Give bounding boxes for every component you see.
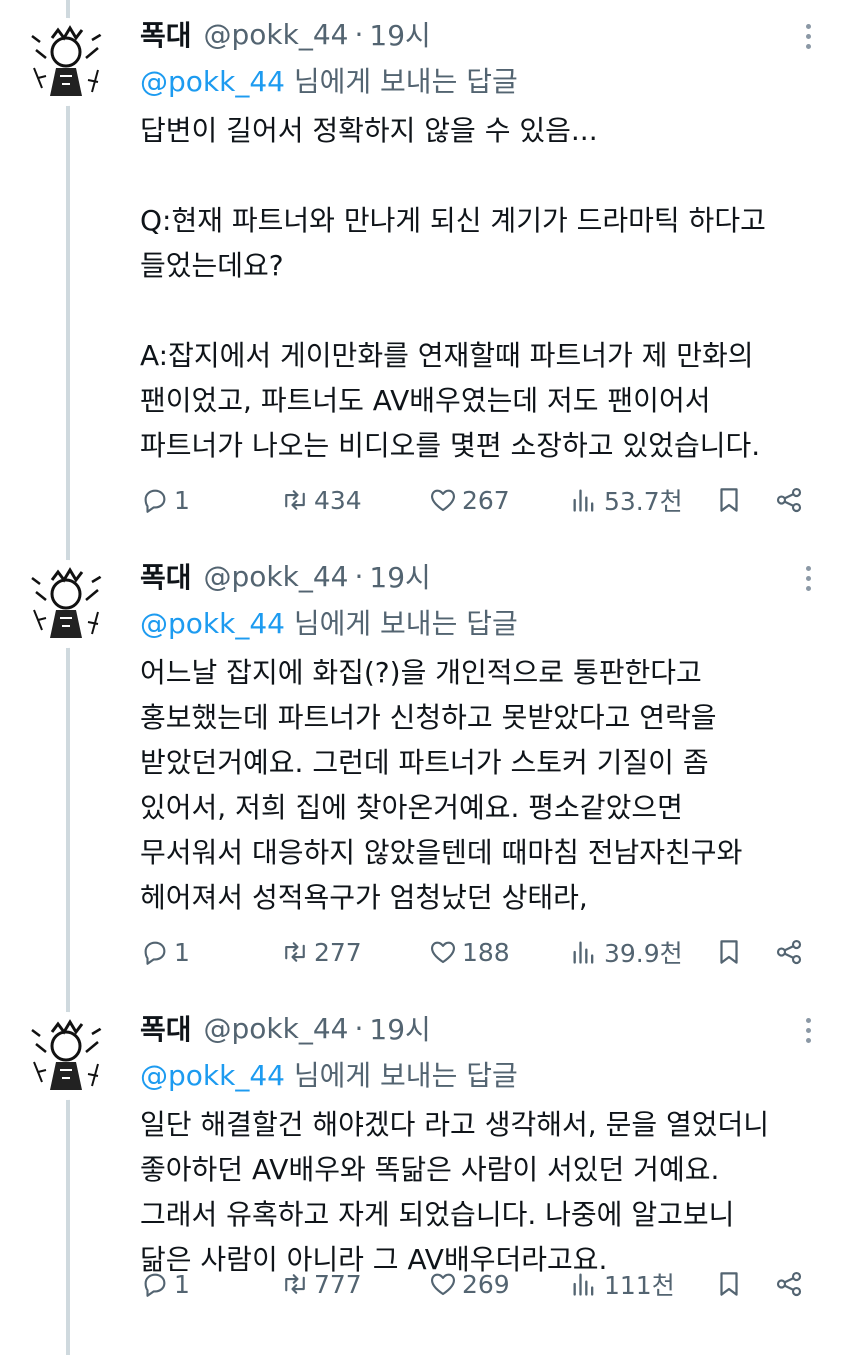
- share-icon: [776, 939, 802, 965]
- reply-mention-link[interactable]: @pokk_44: [140, 65, 285, 98]
- views-button[interactable]: 111천: [570, 1264, 675, 1304]
- view-count: 53.7천: [604, 487, 683, 516]
- share-icon: [776, 487, 802, 513]
- retweet-count: 777: [314, 1269, 362, 1299]
- views-chart-icon: [573, 941, 594, 964]
- reply-to-line: @pokk_44 님에게 보내는 답글: [140, 602, 518, 642]
- separator-dot: ·: [354, 17, 364, 51]
- more-options-icon[interactable]: [796, 1010, 820, 1050]
- tweet-header: 폭대 @pokk_44 · 19시: [140, 1008, 431, 1048]
- action-bar: 1 777 269 111천: [140, 1264, 820, 1304]
- action-bar: 1 434 267 53.7천: [140, 480, 820, 520]
- view-count: 111천: [604, 1271, 675, 1300]
- reply-icon: [144, 489, 166, 513]
- reply-count: 1: [174, 485, 190, 515]
- reply-button[interactable]: 1: [140, 1264, 190, 1304]
- like-button[interactable]: 269: [428, 1264, 510, 1304]
- heart-icon: [431, 489, 455, 512]
- more-options-icon[interactable]: [796, 558, 820, 598]
- reply-suffix: 님에게 보내는 답글: [284, 1059, 518, 1092]
- bookmark-icon: [720, 940, 738, 964]
- like-button[interactable]: 267: [428, 480, 510, 520]
- reply-count: 1: [174, 1269, 190, 1299]
- retweet-icon: [285, 1274, 305, 1294]
- reply-mention-link[interactable]: @pokk_44: [140, 607, 285, 640]
- heart-icon: [431, 941, 455, 964]
- share-button[interactable]: [774, 1264, 804, 1304]
- reply-mention-link[interactable]: @pokk_44: [140, 1059, 285, 1092]
- more-options-icon[interactable]: [796, 16, 820, 56]
- avatar[interactable]: [22, 1012, 110, 1100]
- timestamp[interactable]: 19시: [369, 14, 430, 54]
- avatar[interactable]: [22, 560, 110, 648]
- user-handle[interactable]: @pokk_44: [204, 560, 349, 593]
- views-button[interactable]: 39.9천: [570, 932, 683, 972]
- reply-icon: [144, 1273, 166, 1297]
- retweet-button[interactable]: 277: [280, 932, 362, 972]
- bookmark-icon: [720, 488, 738, 512]
- bookmark-button[interactable]: [714, 1264, 744, 1304]
- tweet[interactable]: 폭대 @pokk_44 · 19시 @pokk_44 님에게 보내는 답글 답변…: [0, 14, 850, 534]
- timestamp[interactable]: 19시: [369, 556, 430, 596]
- share-icon: [776, 1271, 802, 1297]
- reply-suffix: 님에게 보내는 답글: [284, 607, 518, 640]
- tweet[interactable]: 폭대 @pokk_44 · 19시 @pokk_44 님에게 보내는 답글 일단…: [0, 1008, 850, 1348]
- reply-icon: [144, 941, 166, 965]
- like-count: 269: [462, 1269, 510, 1299]
- display-name[interactable]: 폭대: [140, 1008, 192, 1048]
- tweet-text: 답변이 길어서 정확하지 않을 수 있음... Q:현재 파트너와 만나게 되신…: [140, 114, 766, 462]
- retweet-icon: [285, 942, 305, 962]
- tweet[interactable]: 폭대 @pokk_44 · 19시 @pokk_44 님에게 보내는 답글 어느…: [0, 556, 850, 996]
- views-chart-icon: [573, 1273, 594, 1296]
- tweet-header: 폭대 @pokk_44 · 19시: [140, 556, 431, 596]
- reply-count: 1: [174, 937, 190, 967]
- views-chart-icon: [573, 489, 594, 512]
- retweet-count: 434: [314, 485, 362, 515]
- reply-button[interactable]: 1: [140, 480, 190, 520]
- bookmark-button[interactable]: [714, 480, 744, 520]
- retweet-button[interactable]: 777: [280, 1264, 362, 1304]
- bookmark-button[interactable]: [714, 932, 744, 972]
- display-name[interactable]: 폭대: [140, 14, 192, 54]
- tweet-text: 일단 해결할건 해야겠다 라고 생각해서, 문을 열었더니 좋아하던 AV배우와…: [140, 1108, 770, 1276]
- like-count: 188: [462, 937, 510, 967]
- share-button[interactable]: [774, 480, 804, 520]
- view-count: 39.9천: [604, 939, 683, 968]
- reply-to-line: @pokk_44 님에게 보내는 답글: [140, 1054, 518, 1094]
- retweet-icon: [285, 490, 305, 510]
- reply-button[interactable]: 1: [140, 932, 190, 972]
- user-handle[interactable]: @pokk_44: [204, 1012, 349, 1045]
- display-name[interactable]: 폭대: [140, 556, 192, 596]
- user-handle[interactable]: @pokk_44: [204, 18, 349, 51]
- separator-dot: ·: [354, 1011, 364, 1045]
- tweet-header: 폭대 @pokk_44 · 19시: [140, 14, 431, 54]
- tweet-text: 어느날 잡지에 화집(?)을 개인적으로 통판한다고 홍보했는데 파트너가 신청…: [140, 656, 743, 914]
- like-count: 267: [462, 485, 510, 515]
- avatar[interactable]: [22, 18, 110, 106]
- action-bar: 1 277 188 39.9천: [140, 932, 820, 972]
- bookmark-icon: [720, 1272, 738, 1296]
- heart-icon: [431, 1273, 455, 1296]
- separator-dot: ·: [354, 559, 364, 593]
- retweet-count: 277: [314, 937, 362, 967]
- timestamp[interactable]: 19시: [369, 1008, 430, 1048]
- like-button[interactable]: 188: [428, 932, 510, 972]
- reply-suffix: 님에게 보내는 답글: [284, 65, 518, 98]
- reply-to-line: @pokk_44 님에게 보내는 답글: [140, 60, 518, 100]
- retweet-button[interactable]: 434: [280, 480, 362, 520]
- views-button[interactable]: 53.7천: [570, 480, 683, 520]
- share-button[interactable]: [774, 932, 804, 972]
